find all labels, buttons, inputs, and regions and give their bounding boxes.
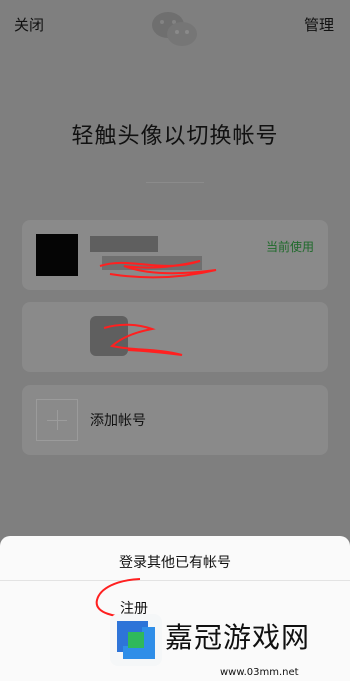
login-other-account-option[interactable]: 登录其他已有帐号 bbox=[0, 552, 350, 572]
account-switch-screen: 关闭 管理 轻触头像以切换帐号 当前使用 添加帐号 登录其他已有帐号 注册 嘉冠… bbox=[0, 0, 350, 681]
top-bar: 关闭 管理 bbox=[0, 0, 350, 48]
account-card[interactable] bbox=[22, 302, 328, 372]
account-card-current[interactable]: 当前使用 bbox=[22, 220, 328, 290]
blurred-name bbox=[90, 236, 158, 252]
divider bbox=[146, 182, 204, 183]
add-account-label: 添加帐号 bbox=[90, 413, 146, 429]
wechat-icon bbox=[152, 12, 197, 46]
manage-button[interactable]: 管理 bbox=[304, 14, 334, 35]
watermark-title: 嘉冠游戏网 bbox=[165, 621, 311, 654]
red-scribble-annotation bbox=[99, 260, 217, 279]
plus-icon bbox=[36, 399, 78, 441]
avatar bbox=[36, 234, 78, 276]
page-title: 轻触头像以切换帐号 bbox=[71, 124, 279, 149]
add-account-button[interactable]: 添加帐号 bbox=[22, 385, 328, 455]
current-status-badge: 当前使用 bbox=[265, 240, 314, 254]
close-button[interactable]: 关闭 bbox=[14, 14, 44, 35]
watermark-url: www.03mm.net bbox=[220, 667, 299, 678]
site-watermark: 嘉冠游戏网 www.03mm.net bbox=[0, 590, 350, 681]
site-logo-icon bbox=[110, 614, 162, 666]
red-scribble-annotation bbox=[103, 323, 183, 356]
